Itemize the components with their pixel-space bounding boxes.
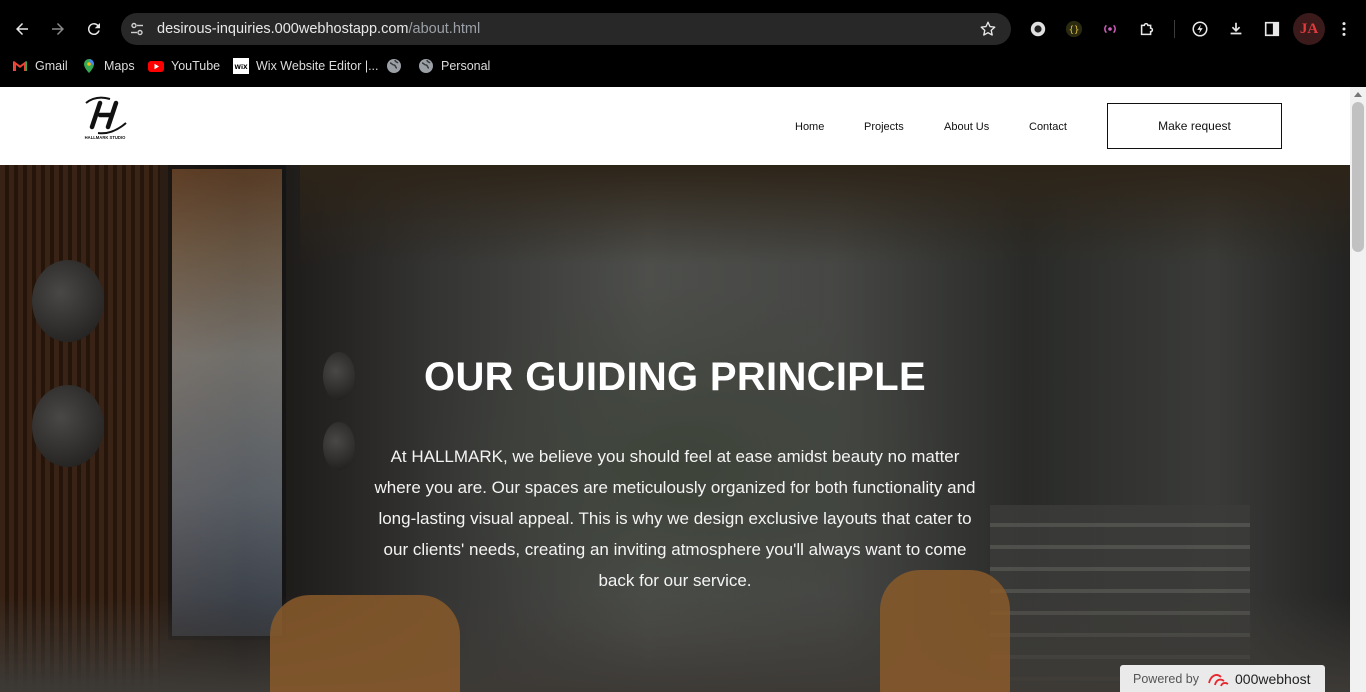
bookmark-youtube[interactable]: YouTube <box>148 55 220 77</box>
make-request-button[interactable]: Make request <box>1107 103 1282 149</box>
svg-text:{}: {} <box>1069 26 1080 36</box>
url-path: /about.html <box>408 21 481 37</box>
extension-broadcast-icon[interactable] <box>1100 19 1120 39</box>
reload-button[interactable] <box>82 17 106 41</box>
webhost-logo-icon <box>1208 673 1229 686</box>
extension-json-icon[interactable]: {} <box>1064 19 1084 39</box>
site-header: HALLMARK STUDIO Home Projects About Us C… <box>0 87 1350 165</box>
nav-projects[interactable]: Projects <box>864 121 904 133</box>
youtube-icon <box>148 61 164 72</box>
bookmark-star-icon[interactable] <box>979 20 997 38</box>
url-text: desirous-inquiries.000webhostapp.com/abo… <box>157 21 480 37</box>
svg-text:WiX: WiX <box>234 64 248 71</box>
bookmark-label: Maps <box>104 59 135 73</box>
forward-button[interactable] <box>46 17 70 41</box>
performance-icon[interactable] <box>1190 19 1210 39</box>
powered-by-label: Powered by <box>1133 671 1200 686</box>
toolbar-separator <box>1174 20 1175 38</box>
menu-kebab-icon[interactable] <box>1334 19 1354 39</box>
bookmark-label: Wix Website Editor |... <box>256 59 379 73</box>
address-bar[interactable]: desirous-inquiries.000webhostapp.com/abo… <box>121 13 1011 45</box>
forward-arrow-icon <box>52 23 64 35</box>
bookmark-label: YouTube <box>171 59 221 73</box>
site-info-icon[interactable] <box>129 21 145 37</box>
nav-contact[interactable]: Contact <box>1029 121 1067 133</box>
reload-icon <box>87 23 100 36</box>
wall-lamp-decor <box>32 385 104 467</box>
page-scrollbar[interactable] <box>1350 87 1366 692</box>
bookmark-personal[interactable]: Personal <box>418 55 490 77</box>
profile-avatar[interactable]: JA <box>1293 13 1325 45</box>
powered-by-badge[interactable]: Powered by 000webhost <box>1120 665 1325 692</box>
webhost-brand: 000webhost <box>1207 671 1311 687</box>
back-button[interactable] <box>10 17 34 41</box>
hero-ceiling-decor <box>300 165 1350 265</box>
armchair-decor <box>270 595 460 692</box>
wall-lamp-decor <box>32 260 104 342</box>
bookmark-label: Gmail <box>35 59 68 73</box>
logo-text: HALLMARK STUDIO <box>85 135 126 140</box>
hero-section: OUR GUIDING PRINCIPLE At HALLMARK, we be… <box>0 165 1350 692</box>
bookmark-label: Personal <box>441 59 491 73</box>
bookmarks-bar: Gmail Maps YouTube WiX Wix Website Edito… <box>0 55 1366 77</box>
wix-icon: WiX <box>233 58 249 74</box>
bookmark-maps[interactable]: Maps <box>81 55 135 77</box>
scrollbar-thumb[interactable] <box>1352 102 1364 252</box>
bookmark-globe[interactable] <box>386 55 402 77</box>
globe-icon <box>387 59 401 73</box>
gmail-icon <box>13 61 27 71</box>
maps-icon <box>84 59 94 73</box>
hallmark-logo[interactable]: HALLMARK STUDIO <box>80 93 130 143</box>
side-panel-icon[interactable] <box>1262 19 1282 39</box>
browser-toolbar: desirous-inquiries.000webhostapp.com/abo… <box>0 10 1366 48</box>
extension-circle-icon[interactable] <box>1028 19 1048 39</box>
bookmark-gmail[interactable]: Gmail <box>12 55 68 77</box>
page-viewport: HALLMARK STUDIO Home Projects About Us C… <box>0 87 1366 692</box>
hero-paragraph: At HALLMARK, we believe you should feel … <box>374 447 976 590</box>
url-host: desirous-inquiries.000webhostapp.com <box>157 21 409 37</box>
back-arrow-icon <box>16 23 28 35</box>
nav-about[interactable]: About Us <box>944 121 989 133</box>
globe-icon <box>419 59 433 73</box>
download-icon[interactable] <box>1226 19 1246 39</box>
bookmark-wix[interactable]: WiX Wix Website Editor |... <box>233 55 379 77</box>
webhost-brand-label: 000webhost <box>1235 670 1311 687</box>
browser-chrome: desirous-inquiries.000webhostapp.com/abo… <box>0 0 1366 87</box>
hero-title: OUR GUIDING PRINCIPLE <box>424 355 926 399</box>
extensions-puzzle-icon[interactable] <box>1137 19 1157 39</box>
hero-painting-decor <box>168 165 286 640</box>
wall-lamp-decor <box>323 422 355 470</box>
nav-home[interactable]: Home <box>795 121 824 133</box>
scroll-up-arrow-icon[interactable] <box>1354 92 1362 97</box>
